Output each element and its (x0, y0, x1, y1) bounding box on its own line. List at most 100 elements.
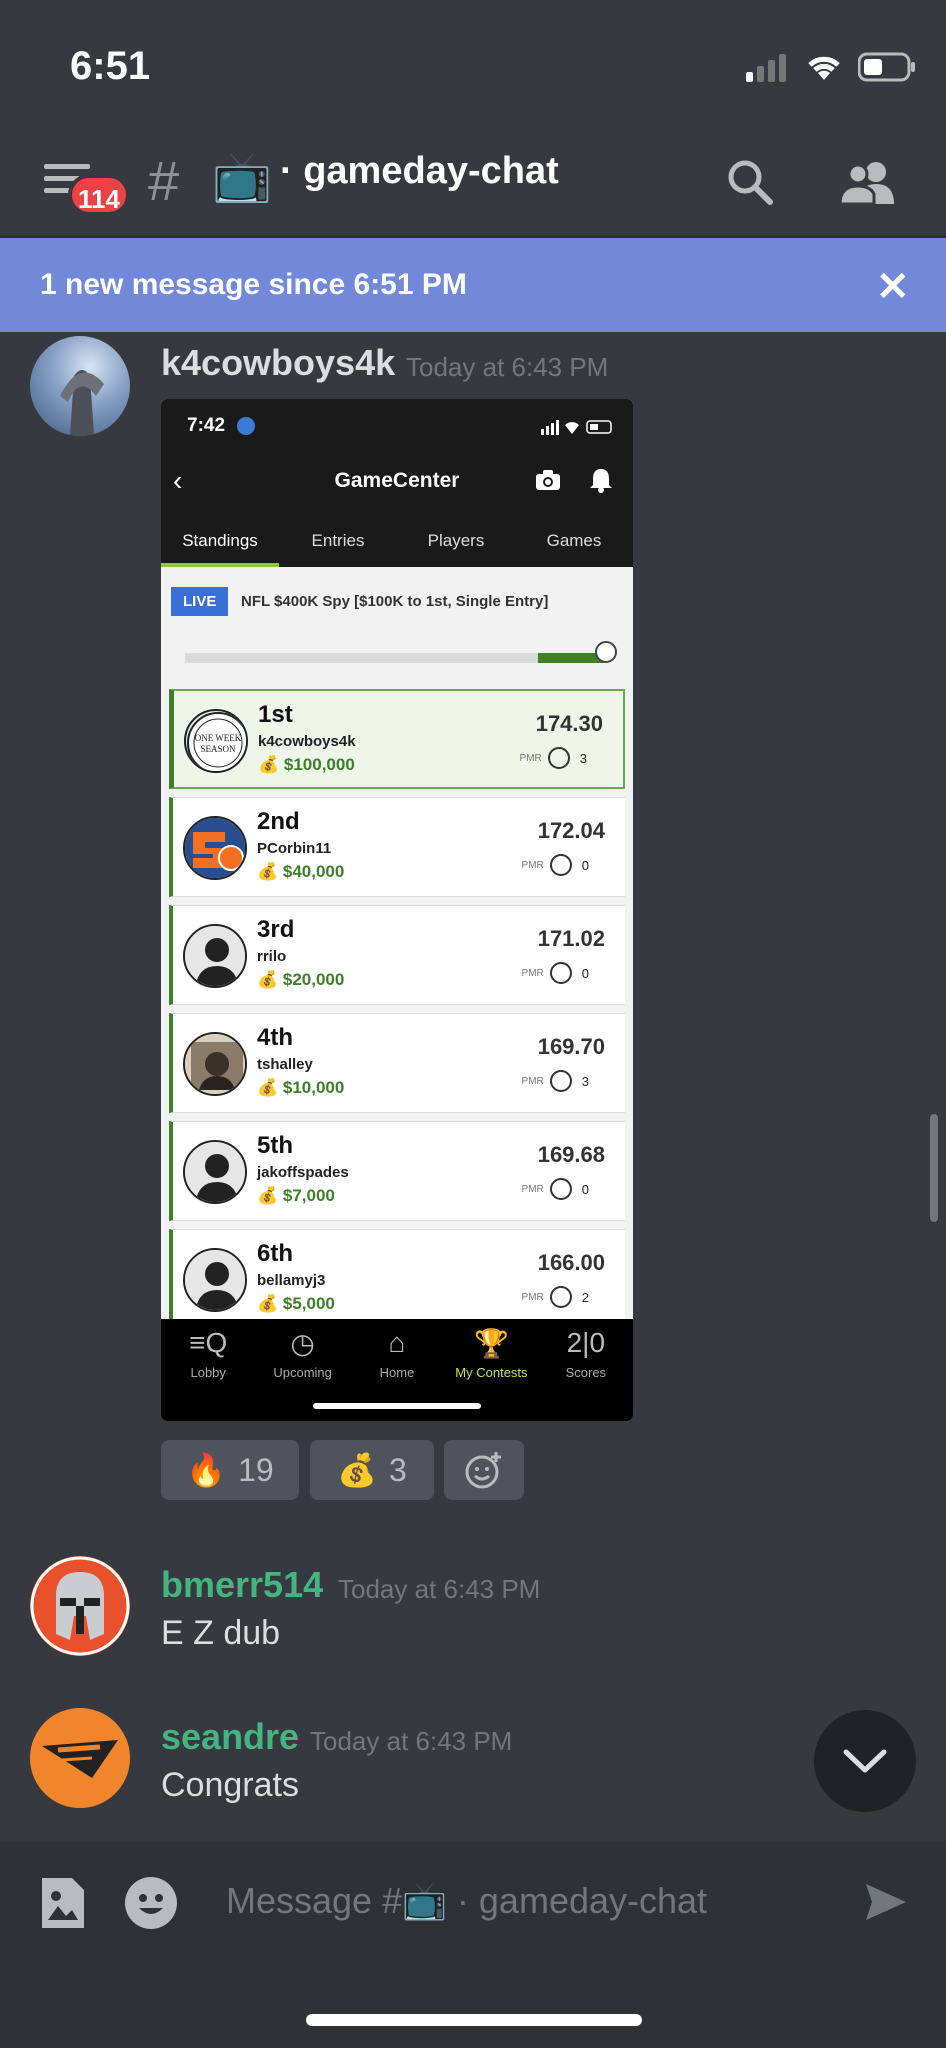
entrant-avatar (183, 1248, 247, 1312)
entrant-rank: 2nd (257, 808, 300, 835)
send-icon[interactable] (864, 1880, 908, 1929)
entrant-avatar (183, 1140, 247, 1204)
entrant-avatar (183, 1032, 247, 1096)
entrant-score: 169.70 (537, 1034, 605, 1059)
pmr-ring-icon (549, 962, 572, 984)
pmr-indicator: PMR 0 (522, 1178, 589, 1200)
entrant-avatar: ONE WEEK SEASON (184, 709, 248, 773)
standing-row[interactable]: ONE WEEK SEASON 1st k4cowboys4k 💰 $100,000 17… (169, 689, 625, 789)
location-icon (237, 417, 255, 435)
reaction-money-bag[interactable]: 💰 3 (310, 1440, 434, 1500)
entrant-rank: 4th (257, 1024, 293, 1051)
message-username[interactable]: bmerr514 (161, 1564, 323, 1606)
pmr-indicator: PMR 3 (520, 747, 587, 769)
fire-emoji: 🔥 (186, 1452, 227, 1488)
bell-icon[interactable] (589, 467, 613, 493)
avatar-seandre[interactable] (30, 1708, 130, 1808)
status-icons (746, 52, 916, 82)
message-text: E Z dub (161, 1614, 281, 1652)
signal-icon (746, 54, 786, 82)
wifi-icon (808, 56, 840, 80)
nav-label: Scores (565, 1365, 607, 1380)
unread-badge: 114 (68, 174, 130, 216)
pmr-label: PMR (521, 967, 544, 979)
contest-name: NFL $400K Spy [$100K to 1st, Single Entr… (241, 593, 549, 610)
pmr-label: PMR (521, 1291, 544, 1303)
tab-players[interactable]: Players (397, 519, 515, 567)
embed-header: 7:42 ‹ GameCenter Standings Entries Play… (161, 399, 633, 567)
pmr-indicator: PMR 0 (522, 962, 589, 984)
entrant-prize: 💰 $20,000 (257, 970, 345, 989)
message-timestamp: Today at 6:43 PM (338, 1574, 541, 1604)
attached-image[interactable]: 7:42 ‹ GameCenter Standings Entries Play… (161, 399, 633, 1421)
pmr-value: 3 (581, 1073, 589, 1089)
entrant-rank: 1st (258, 701, 293, 728)
chevron-down-icon (843, 1749, 887, 1773)
entrant-name: bellamyj3 (257, 1272, 326, 1289)
pmr-ring-icon (547, 747, 570, 769)
entrant-rank: 3rd (257, 916, 295, 943)
pmr-label: PMR (521, 1183, 544, 1195)
scrollbar[interactable] (930, 1114, 938, 1222)
standing-row[interactable]: 5th jakoffspades 💰 $7,000 169.68 PMR 0 (169, 1121, 625, 1221)
embed-status-icons (541, 420, 612, 435)
emoji-icon[interactable] (124, 1876, 178, 1935)
hash-icon: # (148, 149, 180, 212)
pmr-indicator: PMR 3 (522, 1070, 589, 1092)
message-input[interactable]: Message #📺 · gameday-chat (226, 1880, 707, 1922)
search-icon[interactable] (726, 158, 774, 211)
entrant-prize: 💰 $10,000 (257, 1078, 345, 1097)
progress-marker (595, 641, 617, 663)
entrant-score: 172.04 (537, 818, 605, 843)
image-attach-icon[interactable] (38, 1876, 88, 1935)
pmr-ring-icon (549, 1070, 572, 1092)
jump-to-bottom-button[interactable] (814, 1710, 916, 1812)
message-username[interactable]: seandre (161, 1716, 299, 1758)
entrant-avatar (183, 816, 247, 880)
new-messages-text: 1 new message since 6:51 PM (40, 268, 467, 301)
embed-tabs: Standings Entries Players Games (161, 519, 633, 567)
battery-icon (858, 52, 915, 82)
pmr-value: 0 (581, 1181, 589, 1197)
pmr-value: 3 (579, 750, 587, 766)
members-icon[interactable] (838, 160, 900, 209)
entrant-name: jakoffspades (257, 1164, 349, 1181)
entrant-name: tshalley (257, 1056, 313, 1073)
channel-title[interactable]: · gameday-chat (280, 150, 559, 193)
standing-row[interactable]: 2nd PCorbin11 💰 $40,000 172.04 PMR 0 (169, 797, 625, 897)
tab-entries[interactable]: Entries (279, 519, 397, 567)
pmr-value: 0 (581, 965, 589, 981)
nav-label: My Contests (455, 1365, 528, 1380)
entrant-prize: 💰 $40,000 (257, 862, 345, 881)
embed-title: GameCenter (334, 469, 460, 492)
add-reaction-icon[interactable] (444, 1440, 524, 1500)
nav-scores[interactable]: 2|0 Scores (539, 1319, 633, 1421)
pmr-ring-icon (549, 854, 572, 876)
nav-label: Lobby (190, 1365, 226, 1380)
message-username[interactable]: k4cowboys4k (161, 342, 395, 384)
avatar-bmerr514[interactable] (30, 1556, 130, 1656)
status-time: 6:51 (70, 44, 151, 88)
avatar-k4cowboys4k[interactable] (30, 336, 130, 436)
entrant-score: 169.68 (537, 1142, 605, 1167)
nav-label: Home (379, 1365, 415, 1380)
standing-row[interactable]: 3rd rrilo 💰 $20,000 171.02 PMR 0 (169, 905, 625, 1005)
pmr-indicator: PMR 0 (522, 854, 589, 876)
tab-games[interactable]: Games (515, 519, 633, 567)
standing-row[interactable]: 6th bellamyj3 💰 $5,000 166.00 PMR 2 (169, 1229, 625, 1329)
nav-icon: 🏆 (473, 1328, 509, 1359)
nav-lobby[interactable]: ≡Q Lobby (161, 1319, 255, 1421)
nav-label: Upcoming (273, 1365, 332, 1380)
svg-text:ONE WEEK: ONE WEEK (195, 733, 242, 743)
standing-row[interactable]: 4th tshalley 💰 $10,000 169.70 PMR 3 (169, 1013, 625, 1113)
tab-standings[interactable]: Standings (161, 519, 279, 567)
reaction-fire[interactable]: 🔥 19 (161, 1440, 299, 1500)
svg-text:SEASON: SEASON (200, 744, 236, 754)
message-timestamp: Today at 6:43 PM (310, 1726, 513, 1756)
close-icon[interactable]: ✕ (876, 264, 910, 310)
pmr-indicator: PMR 2 (522, 1286, 589, 1308)
nav-icon: 2|0 (566, 1327, 606, 1358)
entrant-prize: 💰 $7,000 (257, 1186, 335, 1205)
entrant-name: rrilo (257, 948, 287, 965)
camera-icon[interactable] (535, 469, 561, 491)
